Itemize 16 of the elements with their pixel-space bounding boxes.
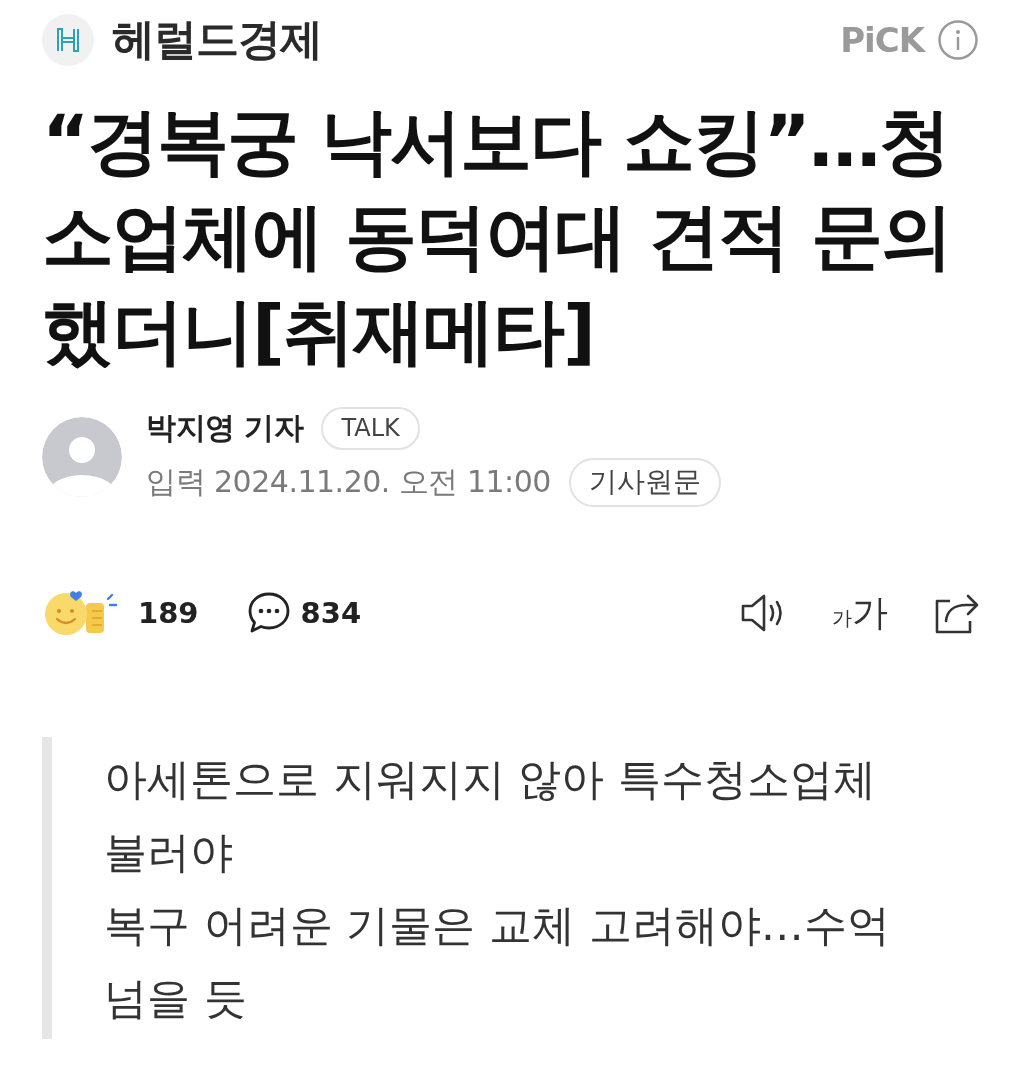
article-headline: “경복궁 낙서보다 쇼킹”…청소업체에 동덕여대 견적 문의했더니[취재메타] bbox=[42, 98, 953, 375]
summary-line: 복구 어려운 기물은 교체 고려해야…수억 넘을 듯 bbox=[104, 898, 891, 1025]
avatar-icon bbox=[42, 416, 122, 497]
publisher-name[interactable]: 헤럴드경제 bbox=[112, 11, 322, 69]
publish-date: 입력 2024.11.20. 오전 11:00 bbox=[146, 462, 551, 501]
original-article-button[interactable]: 기사원문 bbox=[568, 458, 721, 507]
pick-label: PiCK bbox=[840, 20, 924, 60]
info-icon[interactable] bbox=[938, 20, 978, 60]
comment-count: 834 bbox=[300, 595, 362, 630]
comment-icon[interactable] bbox=[246, 590, 291, 635]
author-name: 박지영 기자 bbox=[146, 409, 304, 448]
logo-icon bbox=[42, 14, 94, 66]
reaction-count: 189 bbox=[138, 595, 199, 630]
summary-line: 아세톤으로 지워지지 않아 특수청소업체 불러야 bbox=[104, 752, 877, 879]
talk-button[interactable]: TALK bbox=[321, 407, 420, 451]
font-size-button[interactable]: 가가 bbox=[832, 594, 888, 631]
